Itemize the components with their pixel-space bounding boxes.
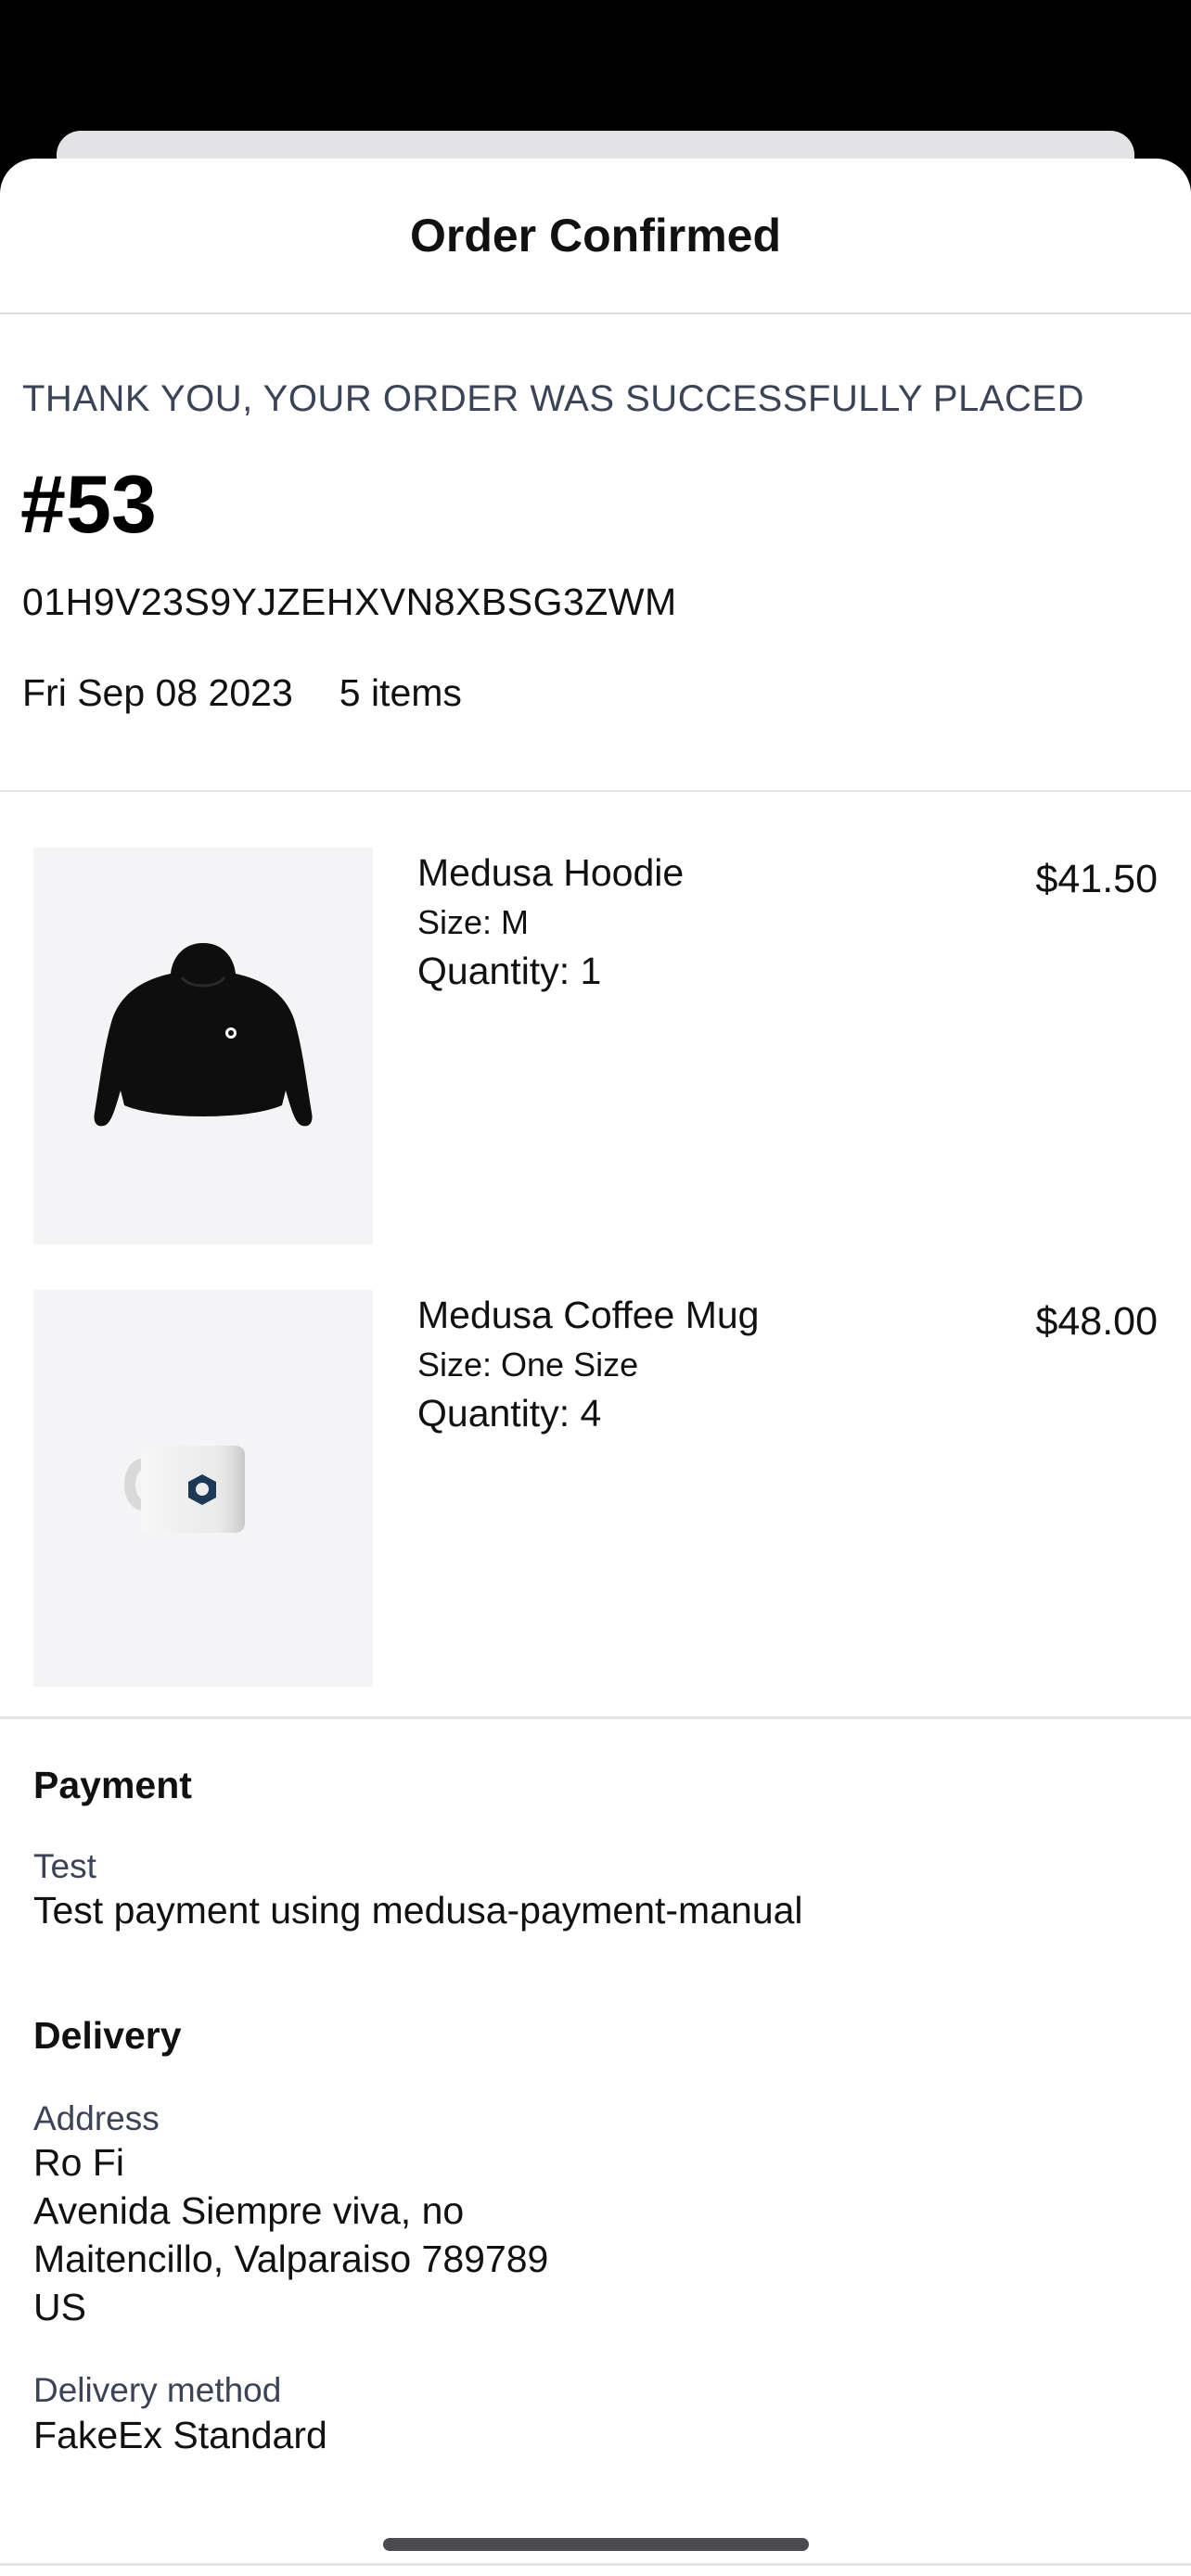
item-quantity: Quantity: 1	[417, 950, 602, 992]
order-number: #53	[20, 458, 157, 550]
address-label: Address	[33, 2099, 160, 2137]
sheet-header: Order Confirmed	[0, 159, 1191, 314]
delivery-method-label: Delivery method	[33, 2371, 282, 2409]
page-title: Order Confirmed	[409, 210, 782, 261]
hoodie-image	[94, 943, 313, 1127]
address-line: Ro Fi	[33, 2141, 124, 2184]
payment-provider: Test	[33, 1847, 96, 1885]
address-line: US	[33, 2286, 86, 2328]
item-count: 5 items	[339, 671, 462, 714]
item-quantity: Quantity: 4	[417, 1392, 602, 1435]
delivery-heading: Delivery	[33, 2014, 182, 2057]
order-confirmed-sheet: Order Confirmed THANK YOU, YOUR ORDER WA…	[0, 159, 1191, 2576]
item-name: Medusa Hoodie	[417, 851, 685, 894]
thank-you-message: THANK YOU, YOUR ORDER WAS SUCCESSFULLY P…	[22, 378, 1084, 419]
order-id: 01H9V23S9YJZEHXVN8XBSG3ZWM	[22, 580, 677, 623]
delivery-method: FakeEx Standard	[33, 2414, 327, 2456]
item-price: $41.50	[1035, 857, 1158, 901]
mug-image	[124, 1446, 245, 1533]
item-name: Medusa Coffee Mug	[417, 1294, 760, 1336]
home-indicator[interactable]	[383, 2538, 809, 2551]
payment-description: Test payment using medusa-payment-manual	[33, 1889, 803, 1932]
item-size: Size: One Size	[417, 1345, 639, 1384]
product-thumbnail	[33, 848, 373, 1244]
list-item[interactable]: Medusa Hoodie Size: M Quantity: 1 $41.50	[0, 848, 1191, 1246]
item-price: $48.00	[1035, 1299, 1158, 1344]
address-line: Maitencillo, Valparaiso 789789	[33, 2238, 549, 2280]
address-line: Avenida Siempre viva, no	[33, 2189, 465, 2232]
product-thumbnail	[33, 1290, 373, 1687]
order-items: Medusa Hoodie Size: M Quantity: 1 $41.50	[0, 792, 1191, 1719]
delivery-address: Ro Fi Avenida Siempre viva, no Maitencil…	[33, 2138, 548, 2331]
order-summary: THANK YOU, YOUR ORDER WAS SUCCESSFULLY P…	[0, 314, 1191, 792]
payment-heading: Payment	[33, 1764, 192, 1806]
order-date: Fri Sep 08 2023	[22, 671, 293, 714]
item-size: Size: M	[417, 903, 530, 941]
list-item[interactable]: Medusa Coffee Mug Size: One Size Quantit…	[0, 1290, 1191, 1689]
bottom-divider	[0, 2563, 1191, 2566]
order-meta: Fri Sep 08 2023 5 items	[22, 671, 462, 715]
